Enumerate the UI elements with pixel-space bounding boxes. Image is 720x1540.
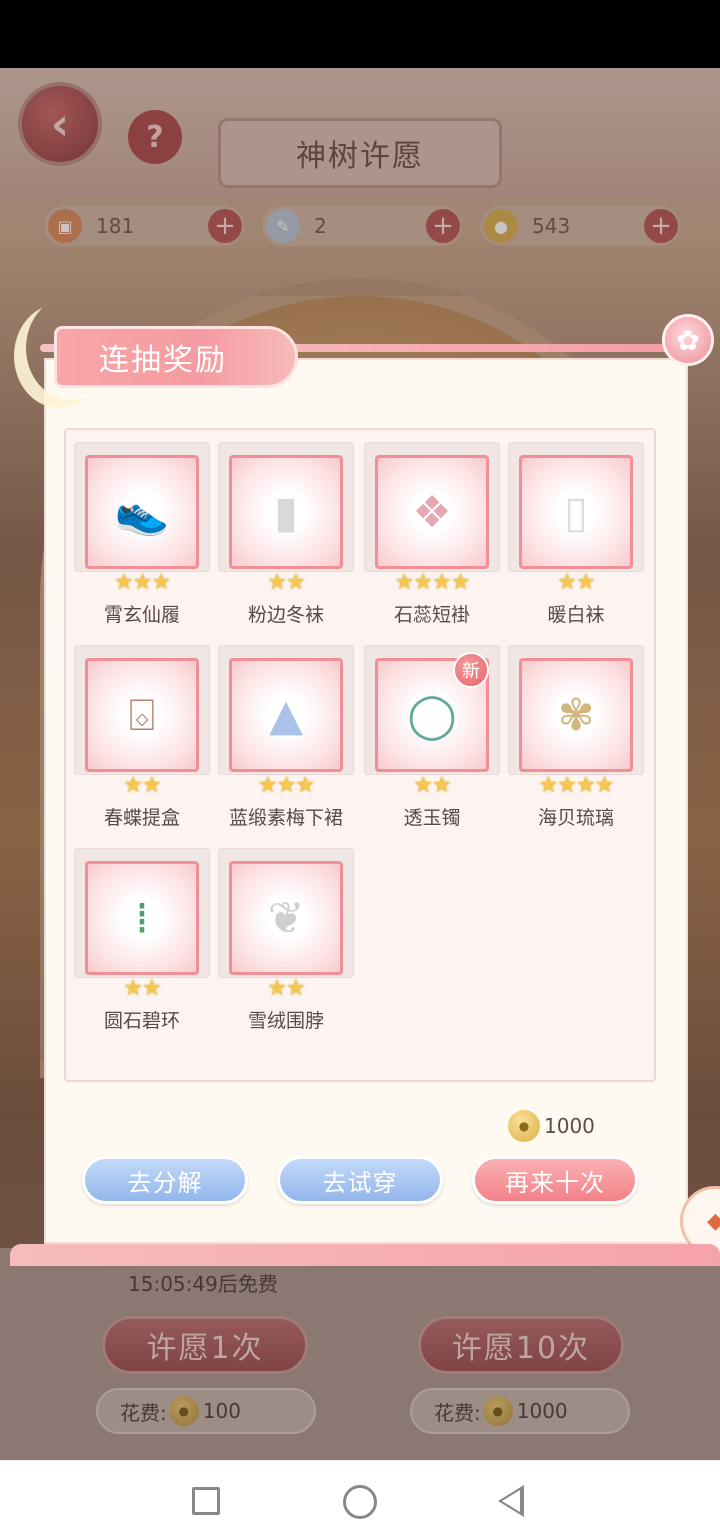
item-name: 蓝缎素梅下裙: [228, 807, 343, 829]
reroll-cost-value: 1000: [544, 1114, 595, 1138]
item-frame: ✾: [519, 658, 633, 772]
again-ten-button[interactable]: 再来十次: [472, 1156, 638, 1204]
coin-icon: ●: [508, 1110, 540, 1142]
star-rating: ★★: [267, 976, 305, 1001]
again-ten-label: 再来十次: [505, 1168, 605, 1197]
shoes-icon: 👟: [114, 487, 170, 538]
decompose-button[interactable]: 去分解: [82, 1156, 248, 1204]
decompose-label: 去分解: [127, 1168, 203, 1197]
bracelet-icon: ◯: [407, 689, 457, 741]
item-frame: ▮: [229, 455, 343, 569]
reward-item[interactable]: ◯ 新 ★★ 透玉镯: [364, 645, 500, 835]
hairpiece-icon: ✾: [557, 689, 595, 741]
status-bar: [0, 0, 720, 68]
star-rating: ★★★: [113, 570, 171, 595]
star-rating: ★★: [413, 773, 451, 798]
item-card: ▯: [508, 442, 644, 572]
item-card: ⁞: [74, 848, 210, 978]
item-frame: ❦: [229, 861, 343, 975]
item-card: ◯ 新: [364, 645, 500, 775]
socks-icon: ▯: [563, 486, 589, 538]
system-nav-bar: [0, 1460, 720, 1540]
stockings-icon: ▮: [273, 486, 299, 538]
reward-item[interactable]: ❦ ★★ 雪绒围脖: [218, 848, 354, 1038]
diamond-icon: ◆: [707, 1208, 720, 1234]
home-icon[interactable]: [343, 1485, 377, 1519]
reward-item[interactable]: ⌺ ★★ 春蝶提盒: [74, 645, 210, 835]
star-rating: ★★: [123, 773, 161, 798]
item-name: 圆石碧环: [103, 1010, 180, 1032]
item-frame: ❖: [375, 455, 489, 569]
reward-item[interactable]: ▮ ★★ 粉边冬袜: [218, 442, 354, 632]
item-frame: ⁞: [85, 861, 199, 975]
dialog-bottom-border: [10, 1244, 720, 1266]
item-name: 霄玄仙履: [103, 604, 180, 626]
try-on-button[interactable]: 去试穿: [277, 1156, 443, 1204]
reward-item[interactable]: ▯ ★★ 暖白袜: [508, 442, 644, 632]
item-frame: ▲: [229, 658, 343, 772]
star-rating: ★★★★: [394, 570, 471, 595]
item-card: ⌺: [74, 645, 210, 775]
dialog-title-ribbon: 连抽奖励: [54, 326, 298, 388]
close-button[interactable]: ✿: [662, 314, 714, 366]
recent-apps-icon[interactable]: [192, 1487, 220, 1515]
lantern-box-icon: ⌺: [128, 689, 156, 741]
reward-item[interactable]: ✾ ★★★★ 海贝琉璃: [508, 645, 644, 835]
reward-item[interactable]: ❖ ★★★★ 石蕊短褂: [364, 442, 500, 632]
item-card: ▲: [218, 645, 354, 775]
skirt-icon: ▲: [269, 689, 303, 741]
item-name: 暖白袜: [547, 604, 605, 626]
scarf-icon: ❦: [267, 892, 305, 944]
item-card: ❦: [218, 848, 354, 978]
reward-item[interactable]: 👟 ★★★ 霄玄仙履: [74, 442, 210, 632]
flower-close-icon: ✿: [676, 323, 700, 357]
item-name: 海贝琉璃: [537, 807, 614, 829]
star-rating: ★★★★: [538, 773, 615, 798]
dialog-title: 连抽奖励: [99, 343, 227, 378]
item-name: 雪绒围脖: [247, 1010, 324, 1032]
item-name: 石蕊短褂: [393, 604, 470, 626]
jacket-icon: ❖: [412, 486, 452, 538]
new-badge: 新: [453, 652, 489, 688]
back-triangle-icon[interactable]: [498, 1485, 524, 1517]
star-rating: ★★: [557, 570, 595, 595]
item-name: 春蝶提盒: [103, 807, 180, 829]
item-name: 粉边冬袜: [247, 604, 324, 626]
item-frame: ⌺: [85, 658, 199, 772]
item-frame: 👟: [85, 455, 199, 569]
star-rating: ★★★: [257, 773, 315, 798]
item-card: ✾: [508, 645, 644, 775]
try-on-label: 去试穿: [322, 1168, 398, 1197]
item-name: 透玉镯: [403, 807, 461, 829]
item-frame: ▯: [519, 455, 633, 569]
reroll-cost: ● 1000: [508, 1110, 595, 1142]
reward-item[interactable]: ⁞ ★★ 圆石碧环: [74, 848, 210, 1038]
item-card: 👟: [74, 442, 210, 572]
item-card: ▮: [218, 442, 354, 572]
item-card: ❖: [364, 442, 500, 572]
reward-item[interactable]: ▲ ★★★ 蓝缎素梅下裙: [218, 645, 354, 835]
star-rating: ★★: [267, 570, 305, 595]
star-rating: ★★: [123, 976, 161, 1001]
earrings-icon: ⁞: [135, 892, 149, 944]
